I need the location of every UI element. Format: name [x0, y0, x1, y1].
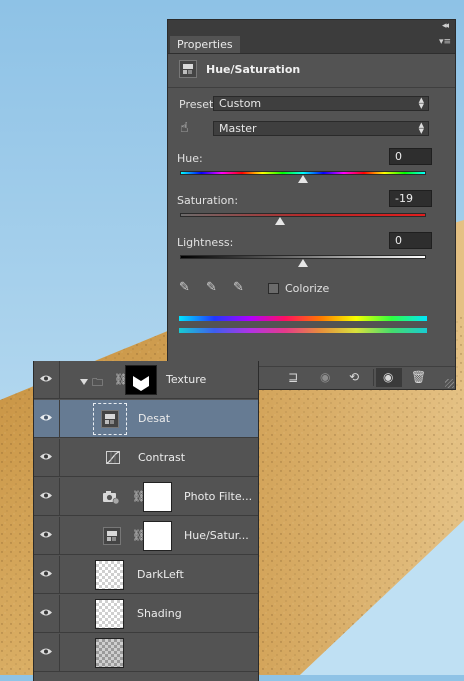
eyedropper-add-icon[interactable]: ✎ — [206, 280, 222, 296]
properties-panel: ◂◂ × Properties ▾≡ Hue/Saturation Preset… — [167, 19, 456, 390]
channel-value: Master — [219, 122, 257, 135]
eye-icon[interactable] — [39, 413, 53, 422]
hue-input[interactable]: 0 — [389, 148, 432, 165]
hue-saturation-icon — [101, 410, 119, 428]
layer-name[interactable]: Hue/Satur... — [184, 529, 249, 542]
saturation-slider-track[interactable] — [180, 213, 426, 217]
properties-tabbar: Properties ▾≡ — [168, 34, 455, 54]
visibility-cell[interactable] — [34, 400, 60, 437]
layer-name[interactable]: Photo Filte... — [184, 490, 252, 503]
folder-icon: 🗀 — [92, 376, 103, 389]
layer-name[interactable]: Desat — [138, 412, 170, 425]
eyedropper-subtract-icon[interactable]: ✎ — [233, 280, 249, 296]
link-chain-icon[interactable]: ⛓ — [132, 490, 146, 504]
eye-icon[interactable] — [39, 374, 53, 383]
visibility-cell[interactable] — [34, 517, 60, 554]
hue-saturation-icon — [179, 60, 197, 78]
resize-grip[interactable] — [445, 379, 454, 388]
visibility-cell[interactable] — [34, 439, 60, 476]
panel-menu-icon[interactable]: ▾≡ — [439, 37, 451, 47]
group-mask-thumbnail[interactable] — [125, 365, 157, 395]
eye-icon[interactable] — [39, 530, 53, 539]
hue-saturation-icon — [103, 527, 121, 545]
layer-thumbnail[interactable] — [95, 560, 124, 590]
layer-row-partial[interactable] — [34, 634, 258, 672]
view-previous-state-icon[interactable]: ◉ — [320, 370, 330, 385]
saturation-label: Saturation: — [177, 194, 239, 207]
preset-value: Custom — [219, 97, 262, 110]
panel-title-strip[interactable] — [168, 20, 455, 34]
visibility-cell[interactable] — [34, 595, 60, 632]
layer-row-darkleft[interactable]: DarkLeft — [34, 556, 258, 594]
layer-name[interactable]: DarkLeft — [137, 568, 184, 581]
layer-row-hue-saturation[interactable]: ⛓ Hue/Satur... — [34, 517, 258, 555]
hue-label: Hue: — [177, 152, 203, 165]
layer-thumbnail[interactable] — [95, 599, 124, 629]
photo-filter-camera-icon — [102, 489, 120, 505]
select-arrows-icon: ▲ ▼ — [418, 121, 424, 135]
curves-icon — [106, 451, 120, 464]
input-spectrum-bar — [179, 316, 427, 321]
layer-name[interactable]: Texture — [166, 373, 206, 386]
saturation-input[interactable]: -19 — [389, 190, 432, 207]
layer-row-shading[interactable]: Shading — [34, 595, 258, 633]
preset-label: Preset: — [179, 98, 218, 111]
layers-panel: 🗀 ⛓ Texture Desat Contrast ⛓ Photo Filte… — [33, 361, 259, 681]
eye-icon[interactable] — [39, 608, 53, 617]
link-chain-icon[interactable]: ⛓ — [132, 529, 146, 543]
visibility-cell[interactable] — [34, 556, 60, 593]
visibility-eye-icon[interactable]: ◉ — [383, 370, 393, 385]
select-arrows-icon: ▲ ▼ — [418, 96, 424, 110]
layer-name[interactable]: Contrast — [138, 451, 185, 464]
saturation-slider-thumb[interactable] — [274, 217, 285, 225]
output-spectrum-bar — [179, 328, 427, 333]
eyedropper-icon[interactable]: ✎ — [179, 280, 195, 296]
visibility-cell[interactable] — [34, 478, 60, 515]
hue-slider-thumb[interactable] — [298, 175, 308, 183]
channel-select[interactable]: Master ▲ ▼ — [213, 121, 429, 136]
link-chain-icon[interactable]: ⛓ — [114, 373, 128, 387]
eye-icon[interactable] — [39, 491, 53, 500]
visibility-cell[interactable] — [34, 361, 60, 398]
visibility-cell[interactable] — [34, 634, 60, 671]
colorize-checkbox[interactable] — [268, 283, 279, 294]
toolbar-separator — [373, 369, 374, 386]
layer-row-texture[interactable]: 🗀 ⛓ Texture — [34, 361, 258, 399]
preset-select[interactable]: Custom ▲ ▼ — [213, 96, 429, 111]
eye-icon[interactable] — [39, 452, 53, 461]
layer-mask-thumbnail[interactable] — [143, 482, 172, 512]
layer-row-contrast[interactable]: Contrast — [34, 439, 258, 477]
layer-thumbnail[interactable] — [95, 638, 124, 668]
delete-trash-icon[interactable]: 🗑 — [411, 370, 426, 385]
tab-properties[interactable]: Properties — [170, 36, 240, 53]
layer-row-photo-filter[interactable]: ⛓ Photo Filte... — [34, 478, 258, 516]
lightness-slider-thumb[interactable] — [298, 259, 308, 267]
adjustment-header: Hue/Saturation — [168, 54, 455, 88]
collapse-panel-icon[interactable]: ◂◂ — [442, 21, 449, 31]
clip-to-layer-icon[interactable]: ⊒ — [288, 370, 298, 385]
lightness-label: Lightness: — [177, 236, 234, 249]
layer-mask-thumbnail[interactable] — [143, 521, 172, 551]
expand-triangle-icon[interactable] — [80, 379, 88, 385]
eye-icon[interactable] — [39, 569, 53, 578]
targeted-adjustment-hand-icon[interactable]: ☝ — [180, 120, 198, 136]
reset-icon[interactable]: ⟲ — [349, 370, 359, 385]
adjustment-title: Hue/Saturation — [206, 63, 301, 76]
layer-row-desat[interactable]: Desat — [34, 400, 258, 438]
colorize-label: Colorize — [285, 282, 330, 295]
eye-icon[interactable] — [39, 647, 53, 656]
lightness-input[interactable]: 0 — [389, 232, 432, 249]
layer-name[interactable]: Shading — [137, 607, 182, 620]
mask-shape — [133, 376, 149, 391]
